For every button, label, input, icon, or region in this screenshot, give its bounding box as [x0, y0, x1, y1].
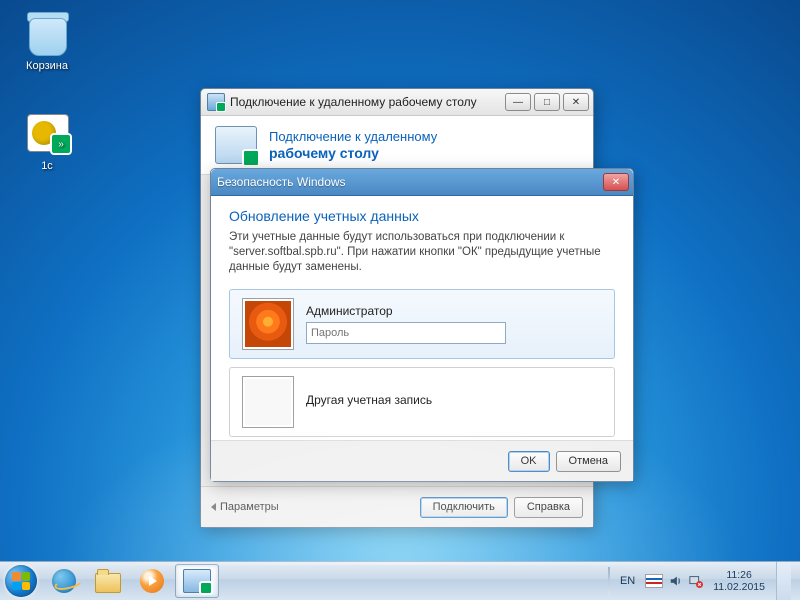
rdp-title: Подключение к удаленному рабочему столу	[230, 95, 505, 109]
clock-time: 11:26	[713, 569, 765, 581]
desktop-icon-label: 1с	[10, 160, 84, 172]
taskbar: EN 11:26 11.02.2015	[0, 561, 800, 600]
security-heading: Обновление учетных данных	[229, 208, 615, 224]
close-button[interactable]: ✕	[563, 93, 589, 111]
tray-flag-icon[interactable]	[645, 574, 663, 588]
security-description: Эти учетные данные будут использоваться …	[229, 230, 615, 275]
system-tray: EN 11:26 11.02.2015	[599, 562, 800, 600]
monitor-icon	[215, 126, 257, 164]
rdp-icon	[183, 569, 211, 593]
onec-icon: »	[23, 110, 71, 158]
username-label: Администратор	[306, 304, 602, 318]
avatar-blank-icon	[242, 376, 294, 428]
volume-icon[interactable]	[669, 574, 683, 588]
ok-button[interactable]: OK	[508, 451, 550, 472]
connect-button[interactable]: Подключить	[420, 497, 508, 518]
ie-icon	[52, 569, 76, 593]
windows-logo-icon	[5, 565, 37, 597]
password-input[interactable]	[306, 322, 506, 344]
security-body: Обновление учетных данных Эти учетные да…	[211, 196, 633, 437]
desktop: Корзина » 1с Подключение к удаленному ра…	[0, 0, 800, 600]
media-player-icon	[140, 569, 164, 593]
minimize-button[interactable]: —	[505, 93, 531, 111]
language-indicator[interactable]: EN	[616, 573, 639, 589]
desktop-icon-label: Корзина	[10, 60, 84, 72]
taskbar-app-rdp[interactable]	[175, 564, 219, 598]
maximize-button[interactable]: □	[534, 93, 560, 111]
taskbar-pin-explorer[interactable]	[87, 565, 129, 597]
avatar-icon	[242, 298, 294, 350]
cancel-button[interactable]: Отмена	[556, 451, 621, 472]
security-dialog: Безопасность Windows ✕ Обновление учетны…	[210, 168, 634, 482]
network-error-icon[interactable]	[689, 574, 703, 588]
credential-tile-other[interactable]: Другая учетная запись	[229, 367, 615, 437]
desktop-icon-recycle-bin[interactable]: Корзина	[10, 10, 84, 72]
close-button[interactable]: ✕	[603, 173, 629, 191]
security-title: Безопасность Windows	[217, 175, 603, 189]
rdp-footer: Параметры Подключить Справка	[201, 486, 593, 527]
desktop-icon-1c[interactable]: » 1с	[10, 110, 84, 172]
params-label: Параметры	[220, 501, 279, 513]
rdp-icon	[207, 93, 225, 111]
params-toggle[interactable]: Параметры	[211, 501, 279, 513]
chevron-left-icon	[211, 503, 216, 511]
help-button[interactable]: Справка	[514, 497, 583, 518]
show-desktop-button[interactable]	[776, 562, 791, 600]
tray-separator	[608, 567, 610, 595]
credential-tile-admin[interactable]: Администратор	[229, 289, 615, 359]
folder-icon	[95, 573, 121, 593]
clock-date: 11.02.2015	[713, 581, 765, 593]
recycle-bin-icon	[23, 10, 71, 58]
security-footer: OK Отмена	[211, 440, 633, 481]
rdp-header-line2: рабочему столу	[269, 145, 437, 162]
rdp-header: Подключение к удаленному рабочему столу	[201, 116, 593, 175]
clock[interactable]: 11:26 11.02.2015	[709, 569, 769, 593]
rdp-titlebar[interactable]: Подключение к удаленному рабочему столу …	[201, 89, 593, 116]
taskbar-pin-mediaplayer[interactable]	[131, 565, 173, 597]
other-account-label: Другая учетная запись	[306, 393, 602, 407]
security-titlebar[interactable]: Безопасность Windows ✕	[211, 169, 633, 196]
taskbar-pin-ie[interactable]	[43, 565, 85, 597]
rdp-header-line1: Подключение к удаленному	[269, 128, 437, 145]
start-button[interactable]	[0, 562, 42, 600]
